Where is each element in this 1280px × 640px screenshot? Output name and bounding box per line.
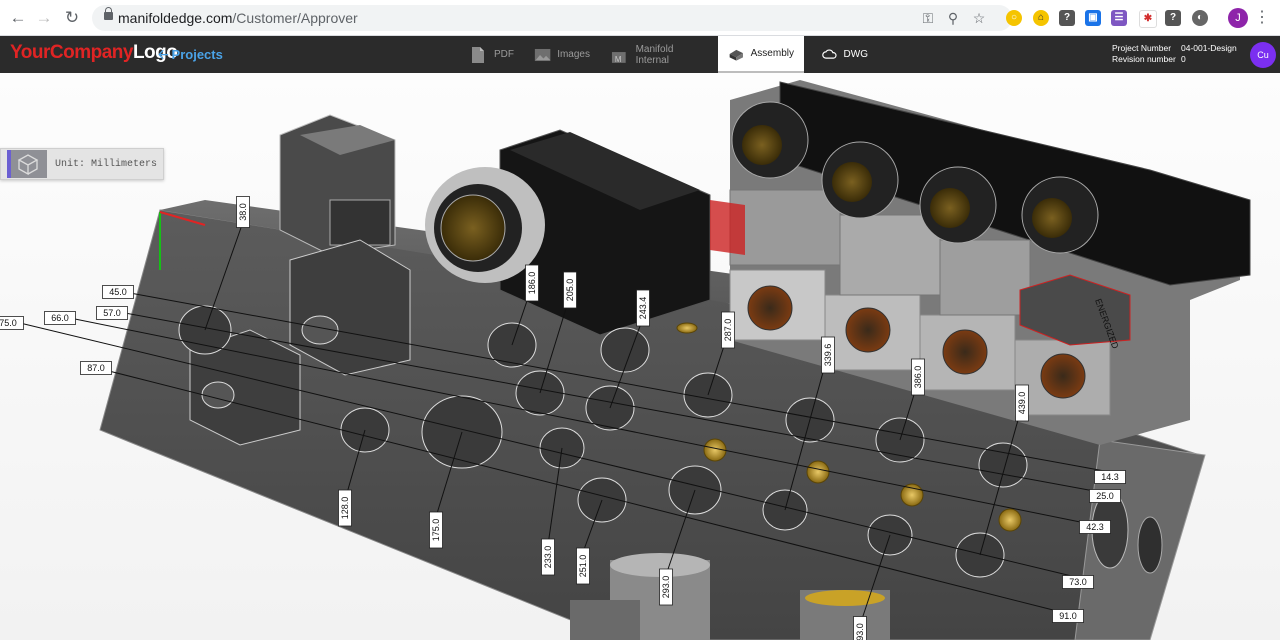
dimension-label: 75.0 <box>0 316 24 330</box>
project-info: Project Number 04-001-Design Revision num… <box>1112 43 1237 65</box>
dimension-label: 25.0 <box>1089 489 1121 503</box>
project-number-label: Project Number <box>1112 43 1172 53</box>
view-cube-icon[interactable] <box>7 150 47 178</box>
manifold-assembly-render[interactable]: ENERGIZED 38.045.057.066.075.087.0186.0 … <box>0 73 1280 640</box>
project-number-value: 04-001-Design <box>1181 43 1237 53</box>
revision-value: 0 <box>1181 54 1186 64</box>
dimension-value: 287.0 <box>723 319 733 342</box>
dimension-value: 14.3 <box>1101 472 1119 482</box>
app-header: YourCompanyLogo 🡠 Projects PDF Images M M… <box>0 36 1280 73</box>
tab-assembly-label: Assembly <box>750 48 794 59</box>
dimension-value: 38.0 <box>238 203 248 221</box>
extension-screen-icon[interactable]: ▣ <box>1085 10 1101 26</box>
forward-arrow-icon[interactable]: → <box>34 8 54 28</box>
tab-dwg[interactable]: DWG <box>812 36 878 73</box>
extension-pdf-icon[interactable]: ✱ <box>1139 10 1157 28</box>
dimension-label: 87.0 <box>80 361 112 375</box>
extension-doc-icon[interactable]: ☰ <box>1111 10 1127 26</box>
unit-panel[interactable]: Unit: Millimeters <box>0 148 164 180</box>
dimension-label: 38.0 <box>236 196 250 228</box>
dimension-label: 339.6 <box>821 336 835 374</box>
browser-profile-avatar[interactable]: J <box>1228 8 1248 28</box>
dimension-value: 186.0 <box>527 272 537 295</box>
tab-pdf-label: PDF <box>494 49 514 60</box>
zoom-icon[interactable]: ⚲ <box>943 8 963 28</box>
dimension-value: 251.0 <box>578 555 588 578</box>
dimension-label: 243.4 <box>636 289 650 327</box>
dimension-label: 175.0 <box>429 511 443 549</box>
dimension-label: 287.0 <box>721 311 735 349</box>
user-avatar[interactable]: Cu <box>1250 42 1276 68</box>
dimension-value: 75.0 <box>0 318 17 328</box>
url-text: manifoldedge.com/Customer/Approver <box>118 10 358 26</box>
dimension-label: 73.0 <box>1062 575 1094 589</box>
dimension-label: 14.3 <box>1094 470 1126 484</box>
tab-assembly[interactable]: Assembly <box>718 36 804 73</box>
dimension-value: 45.0 <box>109 287 127 297</box>
dimension-value: 57.0 <box>103 308 121 318</box>
dimension-value: 128.0 <box>340 497 350 520</box>
manifold-file-icon: M <box>611 51 626 63</box>
dimension-label: 293.0 <box>659 568 673 606</box>
address-bar[interactable]: manifoldedge.com/Customer/Approver ⚿ ⚲ ☆ <box>92 5 1012 31</box>
dimension-label: 186.0 <box>525 264 539 302</box>
extension-help2-icon[interactable]: ? <box>1165 10 1181 26</box>
dimension-value: 205.0 <box>565 279 575 302</box>
tab-pdf[interactable]: PDF <box>458 36 524 73</box>
dimension-value: 73.0 <box>1069 577 1087 587</box>
dimension-label: 93.0 <box>853 616 867 640</box>
tab-dwg-label: DWG <box>843 49 868 60</box>
svg-text:M: M <box>615 54 622 63</box>
extension-help-icon[interactable]: ? <box>1059 10 1075 26</box>
tab-images-label: Images <box>557 49 590 60</box>
company-logo[interactable]: YourCompanyLogo <box>10 42 178 64</box>
dimension-label: 45.0 <box>102 285 134 299</box>
dimension-label: 233.0 <box>541 538 555 576</box>
dimension-value: 87.0 <box>87 363 105 373</box>
dimension-label: 251.0 <box>576 547 590 585</box>
dimension-label: 66.0 <box>44 311 76 325</box>
back-arrow-icon: 🡠 <box>158 47 169 62</box>
extension-circle-icon[interactable]: ◐ <box>1192 10 1208 26</box>
tab-manifold-internal-label: Manifold Internal <box>635 43 674 66</box>
dimension-value: 386.0 <box>913 366 923 389</box>
dimension-value: 66.0 <box>51 313 69 323</box>
revision-label: Revision number <box>1112 54 1176 64</box>
dimension-label: 205.0 <box>563 271 577 309</box>
tab-manifold-internal[interactable]: M Manifold Internal <box>600 36 718 73</box>
key-icon[interactable]: ⚿ <box>918 8 938 28</box>
dimension-value: 339.6 <box>823 344 833 367</box>
pdf-file-icon <box>472 46 484 63</box>
browser-menu-icon[interactable]: ⋮ <box>1254 8 1270 28</box>
dimension-label: 42.3 <box>1079 520 1111 534</box>
dimension-value: 233.0 <box>543 546 553 569</box>
reload-icon[interactable]: ↻ <box>62 8 82 28</box>
extension-home-icon[interactable]: ⌂ <box>1033 10 1049 26</box>
cloud-dwg-icon <box>822 48 837 59</box>
lock-icon <box>104 7 113 20</box>
dimension-value: 175.0 <box>431 519 441 542</box>
dimension-value: 93.0 <box>855 623 865 640</box>
3d-viewer[interactable]: ENERGIZED 38.0 45.0 57.0 66.0 75.0 87.0 … <box>0 73 1280 640</box>
extension-search-icon[interactable]: ○ <box>1006 10 1022 26</box>
unit-label: Unit: Millimeters <box>55 159 158 170</box>
dimension-label: 386.0 <box>911 358 925 396</box>
image-icon <box>534 48 551 61</box>
tab-images[interactable]: Images <box>524 36 600 73</box>
dimension-value: 25.0 <box>1096 491 1114 501</box>
assembly-3d-icon <box>729 49 743 61</box>
dimension-value: 91.0 <box>1059 611 1077 621</box>
dimension-value: 42.3 <box>1086 522 1104 532</box>
star-icon[interactable]: ☆ <box>969 8 989 28</box>
dimension-label: 57.0 <box>96 306 128 320</box>
projects-back-link[interactable]: 🡠 Projects <box>158 46 223 68</box>
back-arrow-icon[interactable]: ← <box>8 8 28 28</box>
dimension-value: 243.4 <box>638 297 648 320</box>
dimension-label: 128.0 <box>338 489 352 527</box>
dimension-label: 439.0 <box>1015 384 1029 422</box>
browser-toolbar: ← → ↻ manifoldedge.com/Customer/Approver… <box>0 0 1280 36</box>
dimension-label: 91.0 <box>1052 609 1084 623</box>
dimension-value: 293.0 <box>661 576 671 599</box>
dimension-value: 439.0 <box>1017 392 1027 415</box>
